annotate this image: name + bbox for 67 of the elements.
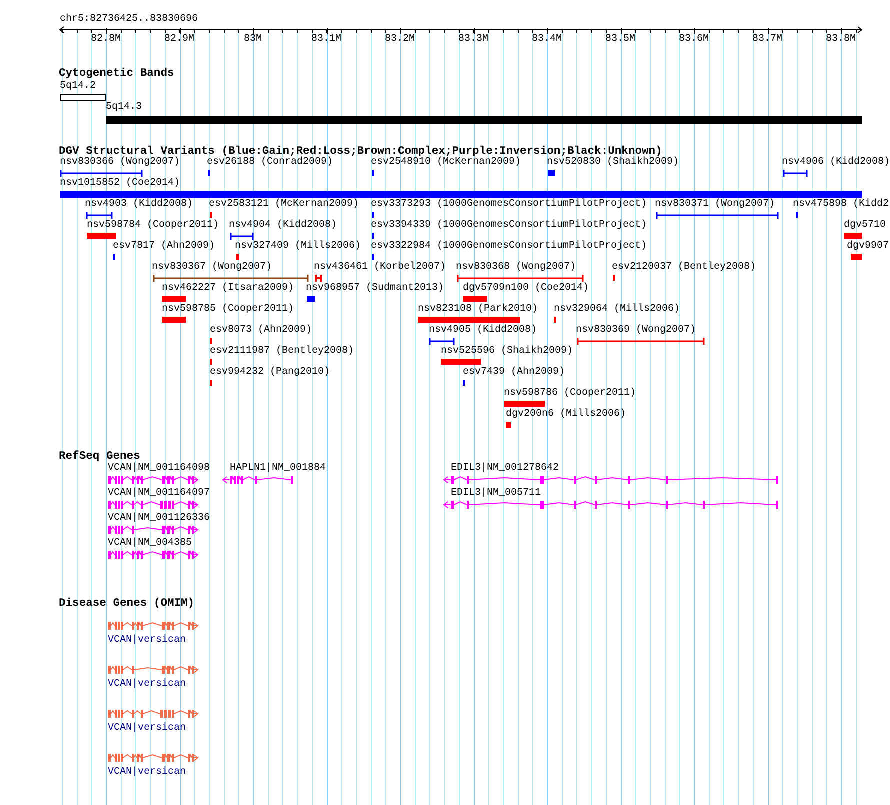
- variant-label: nsv520830 (Shaikh2009): [547, 157, 680, 169]
- variant-label: nsv4904 (Kidd2008): [229, 220, 338, 232]
- variant-label: nsv475898 (Kidd2: [793, 199, 890, 211]
- gene-label: VCAN|NM_001164097: [108, 488, 210, 500]
- variant-label: esv2120037 (Bentley2008): [612, 262, 756, 274]
- variant-label: esv3394339 (1000GenomesConsortiumPilotProject): [371, 220, 648, 232]
- scale-label: 83.7M: [752, 34, 782, 46]
- scale-label: 83.1M: [312, 34, 342, 46]
- scale-label: 83.5M: [606, 34, 636, 46]
- track-title: Cytogenetic Bands: [59, 68, 174, 81]
- variant-label: nsv830371 (Wong2007): [655, 199, 776, 211]
- variant-label: nsv1015852 (Coe2014): [60, 178, 180, 190]
- variant-label: esv994232 (Pang2010): [210, 367, 330, 379]
- variant-label: nsv4903 (Kidd2008): [85, 199, 194, 211]
- scale-label: 82.8M: [91, 34, 121, 46]
- variant-label: esv26188 (Conrad2009): [207, 157, 334, 169]
- variant-label: nsv968957 (Sudmant2013): [306, 283, 444, 295]
- variant-label: dgv9907: [847, 241, 890, 253]
- variant-label: nsv525596 (Shaikh2009): [441, 346, 574, 358]
- variant-label: dgv5710: [844, 220, 886, 232]
- variant-label: nsv830367 (Wong2007): [152, 262, 272, 274]
- variant-label: esv7439 (Ahn2009): [463, 367, 566, 379]
- scale-label: 83.3M: [458, 34, 488, 46]
- scale-label: 83.8M: [826, 34, 856, 46]
- gene-label: VCAN|versican: [108, 679, 186, 691]
- variant-label: dgv200n6 (Mills2006): [506, 409, 626, 421]
- location-label: chr5:82736425..83830696: [60, 14, 198, 26]
- scale-label: 83.4M: [532, 34, 562, 46]
- variant-label: nsv327409 (Mills2006): [235, 241, 362, 253]
- variant-label: esv3373293 (1000GenomesConsortiumPilotProject): [371, 199, 648, 211]
- variant-label: nsv598785 (Cooper2011): [162, 304, 294, 316]
- variant-label: nsv598784 (Cooper2011): [87, 220, 220, 232]
- track-title: DGV Structural Variants (Blue:Gain;Red:Loss;Brown:Complex;Purple:Inversion;Black:Unknown): [59, 146, 662, 158]
- variant-label: nsv830369 (Wong2007): [576, 325, 696, 337]
- variant-label: esv2548910 (McKernan2009): [371, 157, 522, 169]
- variant-label: nsv436461 (Korbel2007): [314, 262, 446, 274]
- gene-label: VCAN|NM_001164098: [108, 463, 210, 475]
- gene-label: EDIL3|NM_001278642: [451, 463, 560, 475]
- gene-label: EDIL3|NM_005711: [451, 488, 542, 500]
- gene-label: VCAN|versican: [108, 767, 186, 779]
- scale-label: 83.2M: [385, 34, 415, 46]
- gene-label: VCAN|versican: [108, 723, 186, 735]
- variant-label: nsv4906 (Kidd2008): [782, 157, 890, 169]
- track-title: RefSeq Genes: [59, 451, 140, 463]
- variant-label: nsv830368 (Wong2007): [456, 262, 576, 274]
- variant-label: nsv329064 (Mills2006): [554, 304, 680, 316]
- variant-label: nsv823108 (Park2010): [418, 304, 538, 316]
- variant-label: nsv830366 (Wong2007): [60, 157, 180, 169]
- variant-label: dgv5709n100 (Coe2014): [463, 283, 590, 295]
- variant-label: nsv462227 (Itsara2009): [162, 283, 294, 295]
- scale-label: 83.6M: [679, 34, 709, 46]
- gene-label: VCAN|NM_001126336: [108, 513, 210, 525]
- variant-label: esv8073 (Ahn2009): [210, 325, 312, 337]
- variant-label: esv7817 (Ahn2009): [113, 241, 216, 253]
- gene-label: HAPLN1|NM_001884: [230, 463, 326, 475]
- variant-label: esv3322984 (1000GenomesConsortiumPilotProject): [371, 241, 648, 253]
- track-title: Disease Genes (OMIM): [59, 598, 195, 611]
- scale-label: 82.9M: [164, 34, 194, 46]
- variant-label: nsv4905 (Kidd2008): [429, 325, 538, 337]
- band-label: 5q14.3: [106, 102, 142, 114]
- variant-label: esv2583121 (McKernan2009): [209, 199, 360, 211]
- gene-label: VCAN|versican: [108, 635, 186, 647]
- variant-label: esv2111987 (Bentley2008): [210, 346, 354, 358]
- scale-label: 83M: [244, 34, 262, 46]
- gene-label: VCAN|NM_004385: [108, 538, 192, 550]
- band-label: 5q14.2: [60, 81, 96, 93]
- variant-label: nsv598786 (Cooper2011): [504, 388, 636, 400]
